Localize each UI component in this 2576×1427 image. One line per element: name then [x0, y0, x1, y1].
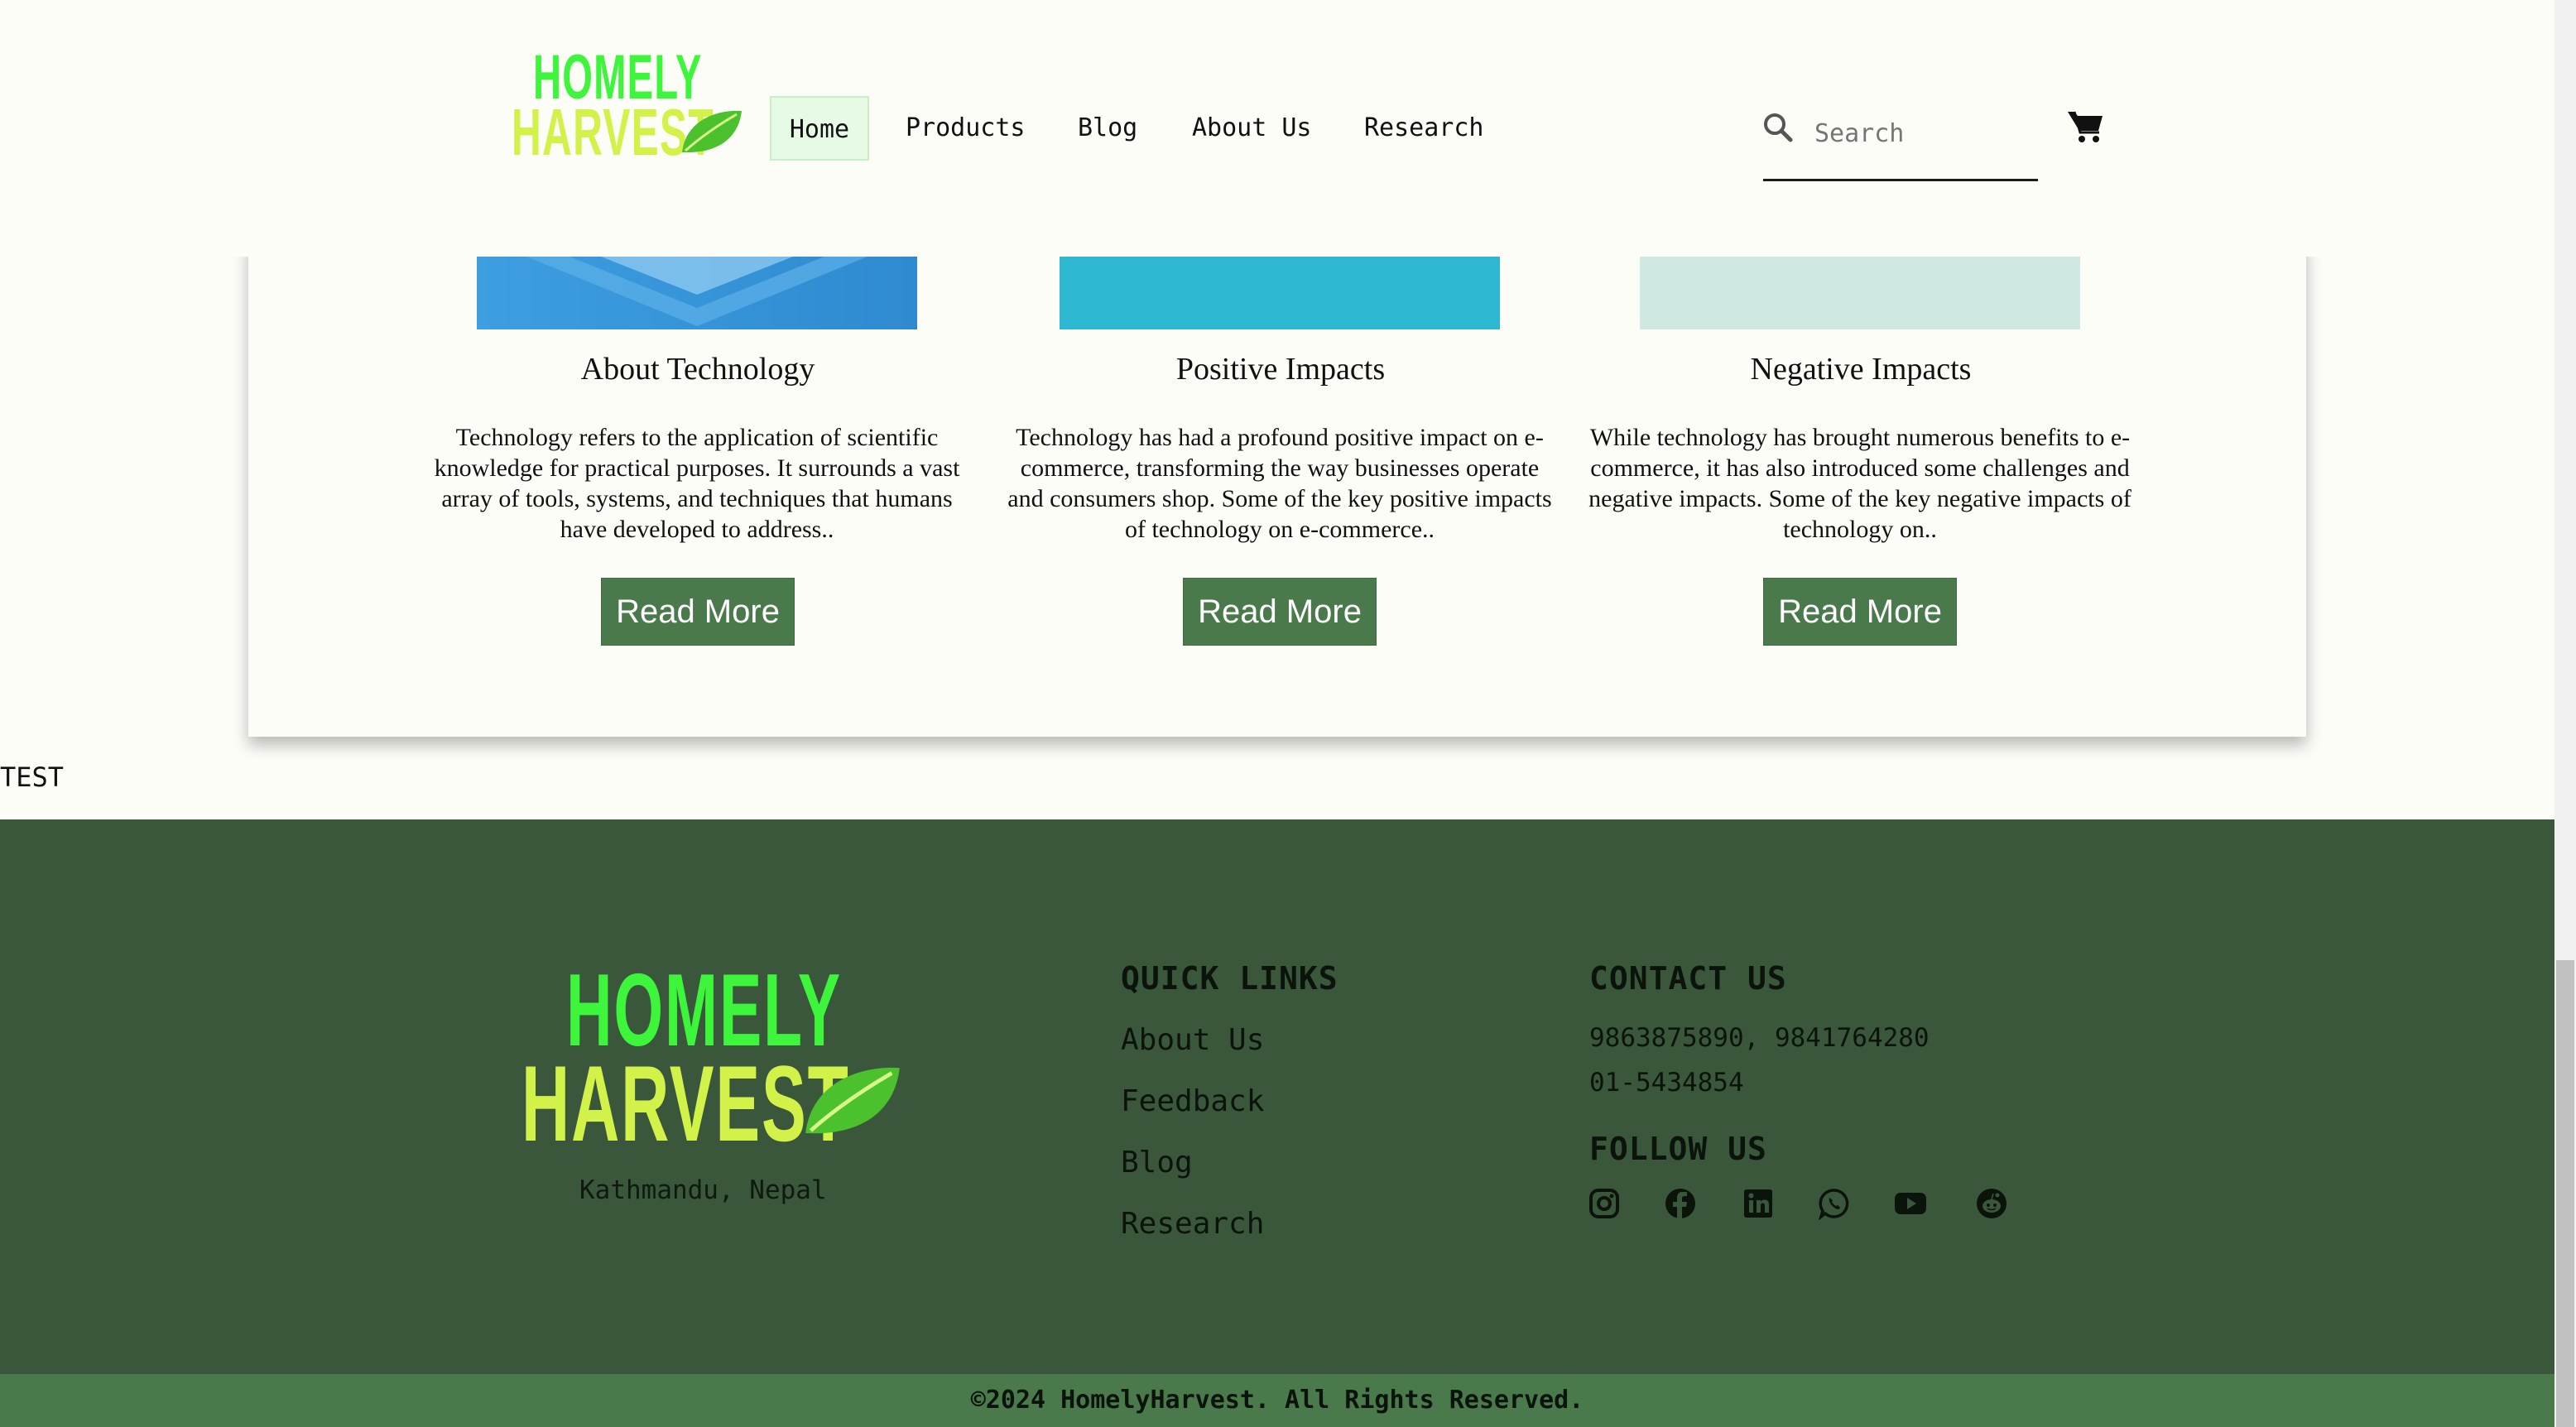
read-more-button[interactable]: Read More: [601, 578, 795, 646]
site-footer: [0, 819, 2554, 1374]
contact-phones: 9863875890, 9841764280: [1589, 1023, 1930, 1053]
site-logo[interactable]: HOMELY HARVEST: [512, 41, 743, 169]
reddit-icon[interactable]: [1975, 1187, 2008, 1220]
logo-text-bottom: HARVEST: [521, 1043, 850, 1164]
footer-link-about-us[interactable]: About Us: [1121, 1023, 1264, 1057]
footer-location: Kathmandu, Nepal: [579, 1175, 827, 1205]
nav-products[interactable]: Products: [906, 96, 1026, 161]
article-summary: While technology has brought numerous be…: [1588, 424, 2131, 543]
follow-heading: FOLLOW US: [1589, 1131, 1767, 1167]
whatsapp-icon[interactable]: [1818, 1187, 1851, 1220]
article-title: Negative Impacts: [1750, 352, 1972, 387]
article-title: Positive Impacts: [1175, 352, 1386, 387]
nav-about-us[interactable]: About Us: [1192, 96, 1312, 161]
article-summary: Technology refers to the application of …: [434, 424, 960, 543]
nav-research[interactable]: Research: [1364, 96, 1484, 161]
copyright: ©2024 HomelyHarvest. All Rights Reserved…: [0, 1374, 2554, 1427]
search-input[interactable]: [1813, 114, 2031, 152]
footer-link-blog[interactable]: Blog: [1121, 1146, 1193, 1180]
youtube-icon[interactable]: [1894, 1187, 1927, 1220]
read-more-button[interactable]: Read More: [1763, 578, 1957, 646]
article-title: About Technology: [580, 352, 815, 387]
contact-landline: 01-5434854: [1589, 1068, 1744, 1098]
leaf-icon: [682, 110, 742, 153]
footer-link-feedback[interactable]: Feedback: [1121, 1084, 1264, 1118]
test-label: TEST: [0, 762, 65, 793]
leaf-icon: [805, 1067, 900, 1134]
search-box: [1763, 99, 2038, 181]
facebook-icon[interactable]: [1664, 1187, 1697, 1220]
footer-link-research[interactable]: Research: [1121, 1207, 1264, 1241]
instagram-icon[interactable]: [1588, 1187, 1621, 1220]
quick-links-heading: QUICK LINKS: [1121, 960, 1338, 997]
read-more-button[interactable]: Read More: [1183, 578, 1377, 646]
linkedin-icon[interactable]: [1742, 1187, 1775, 1220]
footer-logo[interactable]: HOMELY HARVEST: [521, 952, 902, 1164]
positive-impacts-image: [1060, 257, 1500, 329]
search-icon[interactable]: [1763, 113, 1793, 142]
article-summary: Technology has had a profound positive i…: [1007, 424, 1552, 543]
nav-home[interactable]: Home: [770, 96, 869, 161]
about-technology-image: [477, 257, 917, 329]
cart-icon[interactable]: [2068, 109, 2104, 144]
nav-blog[interactable]: Blog: [1078, 96, 1137, 161]
negative-impacts-image: [1640, 257, 2080, 329]
contact-heading: CONTACT US: [1589, 960, 1787, 997]
scrollbar-thumb[interactable]: [2556, 960, 2574, 1427]
